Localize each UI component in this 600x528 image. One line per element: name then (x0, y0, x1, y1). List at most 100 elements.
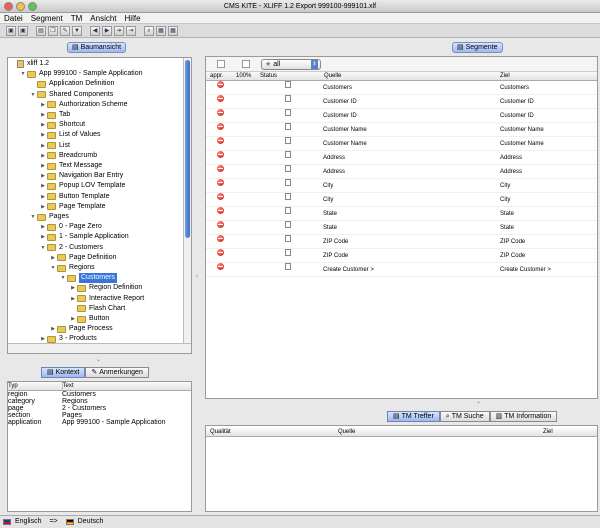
not-approved-icon[interactable] (217, 109, 224, 116)
tree-vertical-scrollbar[interactable] (183, 58, 191, 343)
forward-icon[interactable]: ➔ (114, 25, 124, 36)
segment-target-cell[interactable]: Customer Name (500, 123, 544, 137)
tree-node[interactable]: ▶ Interactive Report (69, 294, 144, 304)
not-approved-icon[interactable] (217, 207, 224, 214)
expand-triangle-icon[interactable]: ▶ (39, 222, 47, 232)
tree-node[interactable]: ▶ Tab (39, 110, 70, 120)
save-icon[interactable]: ▤ (36, 25, 46, 36)
tree-node[interactable]: ▼ App 999100 - Sample Application (19, 69, 143, 79)
segment-row[interactable]: Create Customer > Create Customer > (206, 263, 597, 277)
expand-triangle-icon[interactable]: ▶ (39, 130, 47, 140)
tree-node[interactable]: ▼ Regions (49, 263, 95, 273)
tree-node[interactable]: ▶ Page Template (39, 202, 106, 212)
segment-target-cell[interactable]: Create Customer > (500, 263, 551, 277)
tree-node[interactable]: Application Definition (29, 79, 114, 89)
tree-node[interactable]: ▶ Text Message (39, 161, 102, 171)
segment-row[interactable]: State State (206, 221, 597, 235)
tree-horizontal-scrollbar[interactable] (8, 343, 191, 353)
col-100[interactable]: 100% (236, 72, 251, 80)
tree-node[interactable]: ▶ Navigation Bar Entry (39, 171, 123, 181)
tree-node[interactable]: ▼ Pages (29, 212, 69, 222)
not-approved-icon[interactable] (217, 137, 224, 144)
tm-col-qualitaet[interactable]: Qualität (210, 428, 231, 436)
close-icon[interactable] (4, 2, 13, 11)
collapse-triangle-icon[interactable]: ▼ (39, 243, 47, 253)
segment-row[interactable]: Customer Name Customer Name (206, 137, 597, 151)
copy-icon[interactable]: ❐ (48, 25, 58, 36)
splitter-grip-left[interactable]: ⌄ (96, 356, 101, 363)
not-approved-icon[interactable] (217, 249, 224, 256)
segment-row[interactable]: Address Address (206, 165, 597, 179)
segment-row[interactable]: State State (206, 207, 597, 221)
tm-col-ziel[interactable]: Ziel (543, 428, 553, 436)
segment-target-cell[interactable]: State (500, 207, 514, 221)
tm-export-icon[interactable]: ▦ (168, 25, 178, 36)
not-approved-icon[interactable] (217, 193, 224, 200)
collapse-triangle-icon[interactable]: ▼ (59, 273, 67, 283)
context-row[interactable]: category Regions (8, 398, 191, 405)
open-folder-icon[interactable]: ▣ (6, 25, 16, 36)
next-icon[interactable]: ▶ (102, 25, 112, 36)
menu-segment[interactable]: Segment (31, 13, 63, 23)
tree-node[interactable]: ▶ Page Process (49, 324, 113, 334)
tree-node[interactable]: Flash Chart (69, 304, 125, 314)
expand-triangle-icon[interactable]: ▶ (39, 120, 47, 130)
minimize-icon[interactable] (16, 2, 25, 11)
last-icon[interactable]: ⇥ (126, 25, 136, 36)
tree-node[interactable]: ▶ Button (69, 314, 109, 324)
tm-import-icon[interactable]: ▦ (156, 25, 166, 36)
segment-target-cell[interactable]: ZIP Code (500, 249, 525, 263)
folder-icon[interactable]: ▣ (18, 25, 28, 36)
not-approved-icon[interactable] (217, 123, 224, 130)
expand-triangle-icon[interactable]: ▶ (69, 283, 77, 293)
menu-tm[interactable]: TM (71, 13, 83, 23)
tree-node[interactable]: ▼ Shared Components (29, 90, 113, 100)
expand-triangle-icon[interactable]: ▶ (49, 253, 57, 263)
expand-triangle-icon[interactable]: ▶ (39, 151, 47, 161)
context-row[interactable]: region Customers (8, 391, 191, 398)
segment-row[interactable]: Customers Customers (206, 81, 597, 95)
expand-triangle-icon[interactable]: ▶ (39, 202, 47, 212)
collapse-triangle-icon[interactable]: ▼ (29, 212, 37, 222)
collapse-triangle-icon[interactable]: ▼ (49, 263, 57, 273)
segment-target-cell[interactable]: ZIP Code (500, 235, 525, 249)
tree-node[interactable]: ▶ 1 - Sample Application (39, 232, 129, 242)
not-approved-icon[interactable] (217, 263, 224, 270)
segment-row[interactable]: City City (206, 193, 597, 207)
not-approved-icon[interactable] (217, 95, 224, 102)
context-row[interactable]: application App 999100 - Sample Applicati… (8, 419, 191, 426)
segment-row[interactable]: Address Address (206, 151, 597, 165)
lookup-icon[interactable]: ⌕ (144, 25, 154, 36)
tree-node[interactable]: ▶ 0 - Page Zero (39, 222, 102, 232)
previous-icon[interactable]: ◀ (90, 25, 100, 36)
col-ziel[interactable]: Ziel (500, 72, 510, 80)
segment-target-cell[interactable]: Customer Name (500, 137, 544, 151)
zoom-icon[interactable] (28, 2, 37, 11)
not-approved-icon[interactable] (217, 179, 224, 186)
not-approved-icon[interactable] (217, 235, 224, 242)
expand-triangle-icon[interactable]: ▶ (39, 161, 47, 171)
segment-target-cell[interactable]: City (500, 193, 510, 207)
tree-node[interactable]: ▶ Region Definition (69, 283, 142, 293)
expand-triangle-icon[interactable]: ▶ (39, 232, 47, 242)
context-row[interactable]: page 2 - Customers (8, 405, 191, 412)
col-status[interactable]: Status (260, 72, 277, 80)
segment-target-cell[interactable]: Address (500, 165, 522, 179)
context-col-typ[interactable]: Typ (8, 382, 63, 391)
segment-row[interactable]: City City (206, 179, 597, 193)
tree-node[interactable]: xliff 1.2 (9, 59, 49, 69)
tree-node[interactable]: ▶ Popup LOV Template (39, 181, 125, 191)
segment-target-cell[interactable]: Address (500, 151, 522, 165)
expand-triangle-icon[interactable]: ▶ (39, 192, 47, 202)
tm-col-quelle[interactable]: Quelle (338, 428, 355, 436)
tree-node[interactable]: ▶ Authorization Scheme (39, 100, 127, 110)
expand-triangle-icon[interactable]: ▶ (39, 171, 47, 181)
tree-node[interactable]: ▶ Page Definition (49, 253, 116, 263)
tree-node[interactable]: ▶ Button Template (39, 192, 109, 202)
tools-icon[interactable]: ✎ (60, 25, 70, 36)
menu-hilfe[interactable]: Hilfe (125, 13, 141, 23)
segment-target-cell[interactable]: Customer ID (500, 109, 534, 123)
segment-row[interactable]: ZIP Code ZIP Code (206, 235, 597, 249)
tree-node[interactable]: ▶ Breadcrumb (39, 151, 97, 161)
expand-triangle-icon[interactable]: ▶ (69, 314, 77, 324)
